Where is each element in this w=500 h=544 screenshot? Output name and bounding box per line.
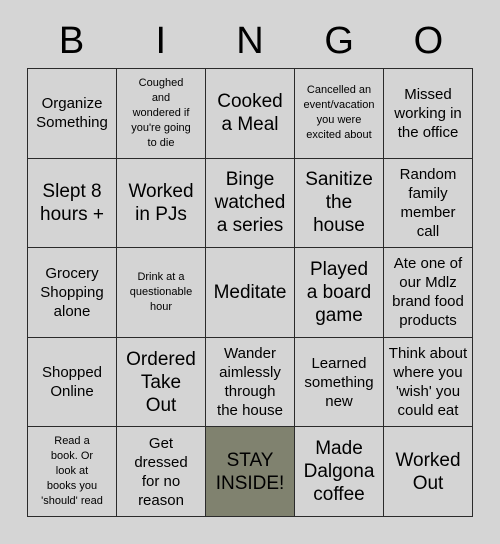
bingo-cell-label: Think about where you 'wish' you could e… bbox=[388, 345, 468, 420]
bingo-cell-label: Random family member call bbox=[399, 165, 457, 240]
bingo-header-letter-i: I bbox=[155, 20, 167, 62]
bingo-cell-label: Slept 8 hours + bbox=[40, 180, 104, 225]
bingo-card: B I N G O Organize Something Coughed and… bbox=[0, 0, 500, 544]
bingo-cell-label: Get dressed for no reason bbox=[134, 434, 188, 509]
bingo-cell-label: Made Dalgona coffee bbox=[303, 438, 375, 506]
bingo-grid: Organize Something Coughed and wondered … bbox=[27, 68, 473, 517]
bingo-cell[interactable]: Get dressed for no reason bbox=[117, 427, 206, 517]
bingo-cell-label: Shopped Online bbox=[41, 364, 103, 401]
bingo-header-letter-b: B bbox=[58, 20, 85, 62]
bingo-cell-label: Sanitize the house bbox=[305, 169, 373, 237]
bingo-cell[interactable]: Think about where you 'wish' you could e… bbox=[384, 337, 473, 428]
bingo-cell[interactable]: Wander aimlessly through the house bbox=[206, 337, 295, 428]
bingo-cell[interactable]: Meditate bbox=[206, 248, 295, 338]
bingo-cell[interactable]: Shopped Online bbox=[28, 337, 117, 428]
bingo-cell[interactable]: Coughed and wondered if you're going to … bbox=[117, 69, 206, 159]
bingo-cell-label: Worked Out bbox=[395, 449, 461, 494]
bingo-cell[interactable]: Cancelled an event/vacation you were exc… bbox=[295, 69, 384, 159]
bingo-cell[interactable]: Organize Something bbox=[28, 69, 117, 159]
bingo-cell[interactable]: Cooked a Meal bbox=[206, 69, 295, 159]
bingo-cell[interactable]: Made Dalgona coffee bbox=[295, 427, 384, 517]
bingo-cell[interactable]: Ate one of our Mdlz brand food products bbox=[384, 248, 473, 338]
bingo-cell[interactable]: Played a board game bbox=[295, 248, 384, 338]
bingo-cell[interactable]: Random family member call bbox=[384, 158, 473, 249]
bingo-cell-label: Read a book. Or look at books you 'shoul… bbox=[41, 435, 103, 508]
bingo-cell-label: Wander aimlessly through the house bbox=[217, 345, 283, 420]
bingo-cell-label: Drink at a questionable hour bbox=[129, 270, 193, 313]
bingo-cell[interactable]: Learned something new bbox=[295, 337, 384, 428]
bingo-row: Read a book. Or look at books you 'shoul… bbox=[28, 427, 473, 517]
bingo-header-letter-o: O bbox=[413, 20, 444, 62]
bingo-cell-label: Binge watched a series bbox=[214, 169, 286, 237]
bingo-cell-label: Cooked a Meal bbox=[217, 91, 283, 136]
bingo-cell[interactable]: Worked Out bbox=[384, 427, 473, 517]
bingo-cell[interactable]: Slept 8 hours + bbox=[28, 158, 117, 249]
bingo-cell[interactable]: Drink at a questionable hour bbox=[117, 248, 206, 338]
bingo-header-letter-g: G bbox=[324, 20, 354, 62]
bingo-cell[interactable]: Read a book. Or look at books you 'shoul… bbox=[28, 427, 117, 517]
bingo-cell-label: Played a board game bbox=[306, 258, 372, 326]
bingo-header: B I N G O bbox=[27, 14, 473, 68]
bingo-cell[interactable]: Binge watched a series bbox=[206, 158, 295, 249]
bingo-cell[interactable]: Worked in PJs bbox=[117, 158, 206, 249]
bingo-cell[interactable]: Sanitize the house bbox=[295, 158, 384, 249]
bingo-cell-label: Worked in PJs bbox=[128, 180, 194, 225]
bingo-cell-label: Learned something new bbox=[304, 354, 374, 410]
bingo-free-space-cell[interactable]: STAY INSIDE! bbox=[206, 427, 295, 517]
bingo-cell-label: Meditate bbox=[213, 281, 287, 303]
bingo-row: Slept 8 hours + Worked in PJs Binge watc… bbox=[28, 158, 473, 249]
bingo-cell-label: Organize Something bbox=[36, 95, 108, 132]
bingo-cell-label: STAY INSIDE! bbox=[215, 449, 285, 494]
bingo-cell-label: Ordered Take Out bbox=[126, 348, 196, 416]
bingo-header-letter-n: N bbox=[236, 20, 264, 62]
bingo-row: Shopped Online Ordered Take Out Wander a… bbox=[28, 337, 473, 428]
bingo-cell-label: Missed working in the office bbox=[394, 85, 462, 141]
bingo-cell-label: Ate one of our Mdlz brand food products bbox=[392, 255, 464, 330]
bingo-cell-label: Coughed and wondered if you're going to … bbox=[131, 76, 191, 149]
bingo-row: Organize Something Coughed and wondered … bbox=[28, 69, 473, 159]
bingo-cell-label: Grocery Shopping alone bbox=[40, 264, 104, 320]
bingo-cell[interactable]: Missed working in the office bbox=[384, 69, 473, 159]
bingo-cell[interactable]: Ordered Take Out bbox=[117, 337, 206, 428]
bingo-row: Grocery Shopping alone Drink at a questi… bbox=[28, 248, 473, 338]
bingo-cell-label: Cancelled an event/vacation you were exc… bbox=[303, 84, 375, 142]
bingo-cell[interactable]: Grocery Shopping alone bbox=[28, 248, 117, 338]
